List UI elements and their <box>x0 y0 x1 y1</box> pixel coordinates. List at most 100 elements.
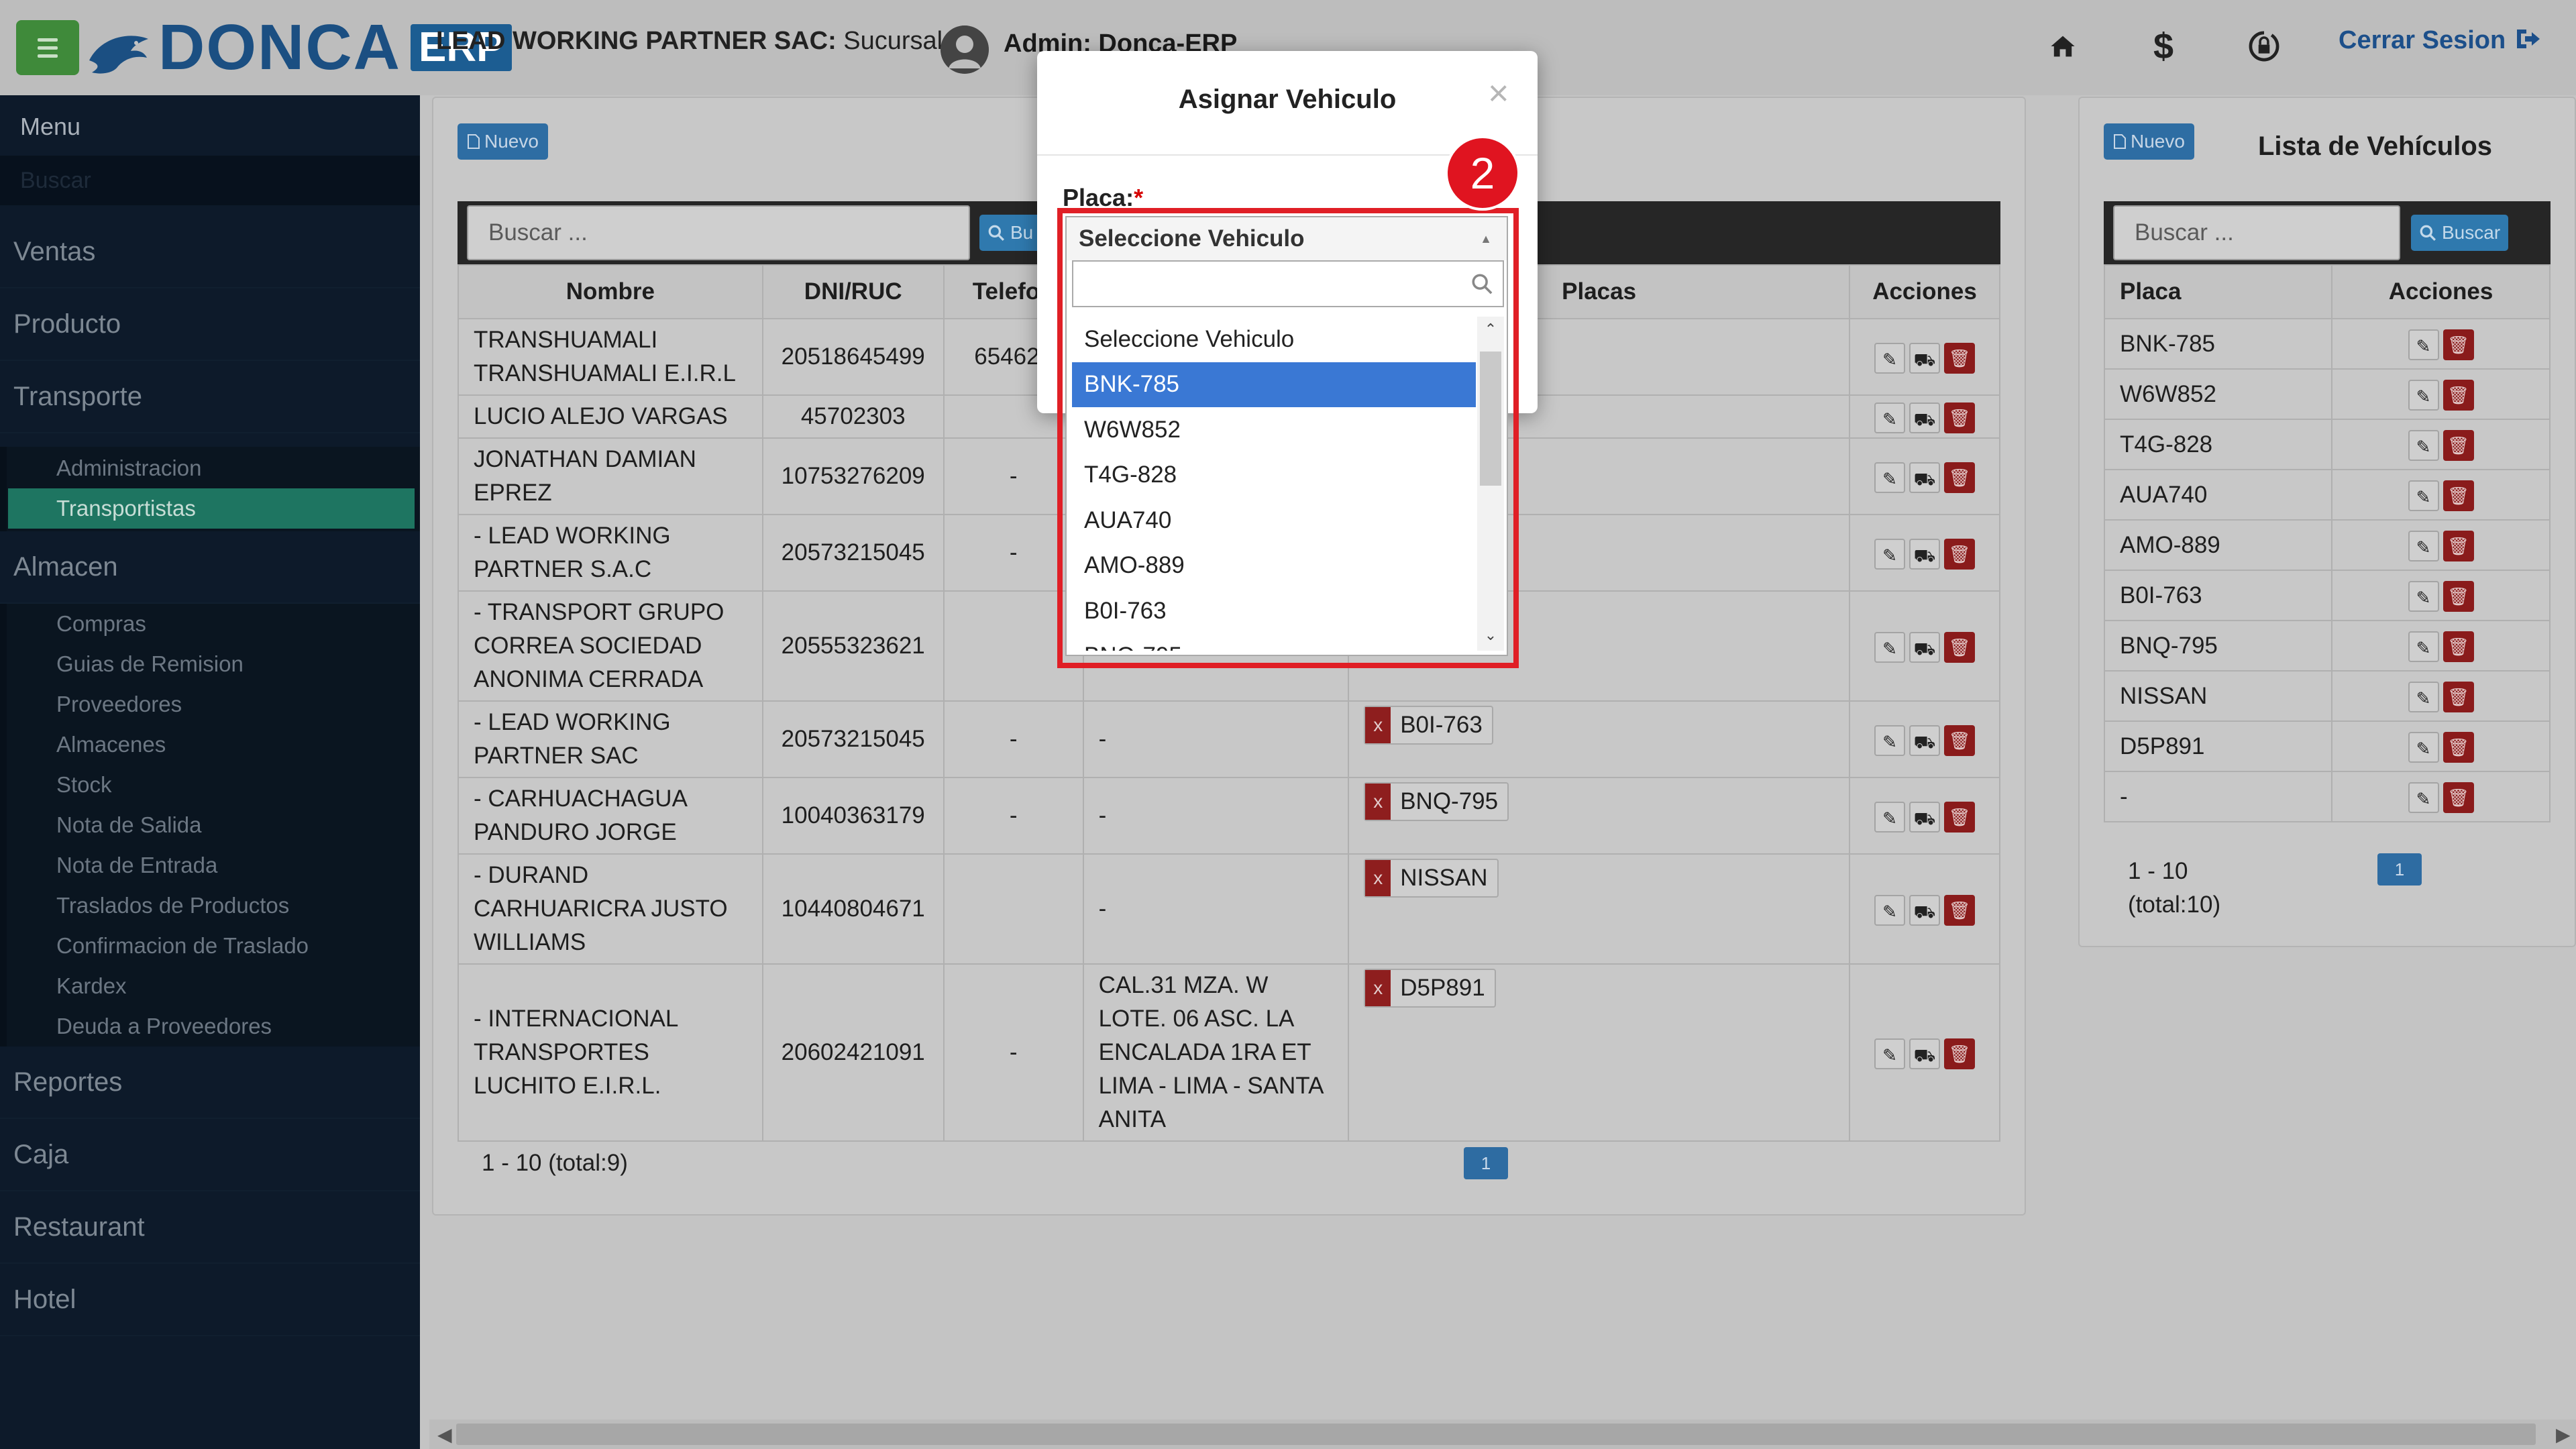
sidebar-item-confirmacion-traslado[interactable]: Confirmacion de Traslado <box>8 926 415 966</box>
trash-icon[interactable]: 🗑 <box>2443 732 2474 763</box>
car-icon[interactable]: ⛟ <box>1909 402 1940 433</box>
trash-icon[interactable]: 🗑 <box>2443 430 2474 462</box>
sidebar-item-nota-salida[interactable]: Nota de Salida <box>8 805 415 845</box>
car-icon[interactable]: ⛟ <box>1909 894 1940 926</box>
new-transportista-button[interactable]: Nuevo <box>458 123 548 160</box>
sidebar-item-compras[interactable]: Compras <box>8 604 415 644</box>
scrollbar-thumb[interactable] <box>456 1424 2536 1445</box>
cell-nombre: LUCIO ALEJO VARGAS <box>458 394 763 439</box>
table-row: - CARHUACHAGUA PANDURO JORGE 10040363179-… <box>458 777 2000 855</box>
car-icon[interactable]: ⛟ <box>1909 724 1940 756</box>
car-icon[interactable]: ⛟ <box>1909 1038 1940 1069</box>
car-icon[interactable]: ⛟ <box>1909 801 1940 833</box>
scroll-left-icon[interactable]: ◀ <box>437 1424 452 1446</box>
edit-icon[interactable]: ✎ <box>2408 480 2439 512</box>
sidebar-item-proveedores[interactable]: Proveedores <box>8 684 415 724</box>
trash-icon[interactable]: 🗑 <box>2443 581 2474 612</box>
page-button[interactable]: 1 <box>1464 1147 1508 1179</box>
column-header-placa[interactable]: Placa <box>2103 264 2333 319</box>
sidebar-item-hotel[interactable]: Hotel <box>0 1264 420 1336</box>
remove-plate-icon[interactable]: x <box>1365 970 1391 1006</box>
edit-icon[interactable]: ✎ <box>2408 581 2439 612</box>
edit-icon[interactable]: ✎ <box>2408 531 2439 562</box>
logout-button[interactable]: Cerrar Sesion <box>2339 25 2542 55</box>
menu-toggle-button[interactable] <box>16 20 79 75</box>
trash-icon[interactable]: 🗑 <box>1944 342 1975 374</box>
sidebar-item-traslados[interactable]: Traslados de Productos <box>8 885 415 926</box>
edit-icon[interactable]: ✎ <box>1874 342 1905 374</box>
edit-icon[interactable]: ✎ <box>1874 724 1905 756</box>
trash-icon[interactable]: 🗑 <box>2443 682 2474 713</box>
sidebar-item-transporte[interactable]: Transporte <box>0 361 420 433</box>
edit-icon[interactable]: ✎ <box>2408 732 2439 763</box>
car-icon[interactable]: ⛟ <box>1909 631 1940 663</box>
cell-placa: NISSAN <box>2103 670 2333 722</box>
trash-icon[interactable]: 🗑 <box>2443 782 2474 814</box>
sidebar-item-caja[interactable]: Caja <box>0 1119 420 1191</box>
edit-icon[interactable]: ✎ <box>1874 631 1905 663</box>
edit-icon[interactable]: ✎ <box>2408 782 2439 814</box>
dollar-icon[interactable]: $ <box>2140 23 2187 70</box>
avatar[interactable] <box>941 25 989 74</box>
vehicle-search-button[interactable]: Buscar <box>2411 215 2509 251</box>
home-icon[interactable] <box>2039 23 2086 70</box>
sidebar-item-ventas[interactable]: Ventas <box>0 216 420 288</box>
trash-icon[interactable]: 🗑 <box>1944 462 1975 493</box>
trash-icon[interactable]: 🗑 <box>1944 538 1975 570</box>
trash-icon[interactable]: 🗑 <box>1944 894 1975 926</box>
edit-icon[interactable]: ✎ <box>2408 631 2439 663</box>
edit-icon[interactable]: ✎ <box>2408 380 2439 411</box>
edit-icon[interactable]: ✎ <box>1874 894 1905 926</box>
trash-icon[interactable]: 🗑 <box>2443 329 2474 361</box>
car-icon[interactable]: ⛟ <box>1909 342 1940 374</box>
sidebar-item-almacen[interactable]: Almacen <box>0 531 420 604</box>
edit-icon[interactable]: ✎ <box>1874 801 1905 833</box>
sidebar-search-input[interactable]: Buscar <box>0 156 420 205</box>
trash-icon[interactable]: 🗑 <box>1944 724 1975 756</box>
trash-icon[interactable]: 🗑 <box>1944 1038 1975 1069</box>
horizontal-scrollbar[interactable]: ◀ ▶ <box>429 1419 2576 1449</box>
transportista-search-input[interactable]: Buscar ... <box>467 205 970 260</box>
scroll-right-icon[interactable]: ▶ <box>2556 1424 2571 1446</box>
search-button[interactable]: Bu <box>979 215 1042 251</box>
car-icon[interactable]: ⛟ <box>1909 538 1940 570</box>
sidebar-item-stock[interactable]: Stock <box>8 765 415 805</box>
sidebar-item-kardex[interactable]: Kardex <box>8 966 415 1006</box>
trash-icon[interactable]: 🗑 <box>1944 631 1975 663</box>
remove-plate-icon[interactable]: x <box>1365 707 1391 743</box>
trash-icon[interactable]: 🗑 <box>1944 402 1975 433</box>
close-icon[interactable]: × <box>1488 75 1509 111</box>
edit-icon[interactable]: ✎ <box>1874 402 1905 433</box>
trash-icon[interactable]: 🗑 <box>2443 380 2474 411</box>
plate-label: BNQ-795 <box>1400 788 1499 814</box>
sidebar-item-reportes[interactable]: Reportes <box>0 1046 420 1119</box>
edit-icon[interactable]: ✎ <box>2408 430 2439 462</box>
sidebar-item-producto[interactable]: Producto <box>0 288 420 361</box>
sidebar-item-restaurant[interactable]: Restaurant <box>0 1191 420 1264</box>
edit-icon[interactable]: ✎ <box>2408 682 2439 713</box>
edit-icon[interactable]: ✎ <box>1874 1038 1905 1069</box>
trash-icon[interactable]: 🗑 <box>2443 480 2474 512</box>
sidebar-item-administracion[interactable]: Administracion <box>8 448 415 488</box>
cell-acciones: ✎ 🗑 <box>2331 318 2551 370</box>
remove-plate-icon[interactable]: x <box>1365 784 1391 820</box>
column-header-dni[interactable]: DNI/RUC <box>761 264 945 319</box>
trash-icon[interactable]: 🗑 <box>2443 631 2474 663</box>
trash-icon[interactable]: 🗑 <box>2443 531 2474 562</box>
car-icon[interactable]: ⛟ <box>1909 462 1940 493</box>
sidebar-item-nota-entrada[interactable]: Nota de Entrada <box>8 845 415 885</box>
new-vehicle-button[interactable]: Nuevo <box>2104 123 2194 160</box>
edit-icon[interactable]: ✎ <box>2408 329 2439 361</box>
remove-plate-icon[interactable]: x <box>1365 860 1391 896</box>
edit-icon[interactable]: ✎ <box>1874 462 1905 493</box>
column-header-nombre[interactable]: Nombre <box>458 264 763 319</box>
sidebar-item-deuda-proveedores[interactable]: Deuda a Proveedores <box>8 1006 415 1046</box>
vehicle-search-input[interactable]: Buscar ... <box>2113 205 2400 260</box>
sidebar-item-transportistas[interactable]: Transportistas <box>8 488 415 529</box>
sidebar-item-almacenes[interactable]: Almacenes <box>8 724 415 765</box>
trash-icon[interactable]: 🗑 <box>1944 801 1975 833</box>
edit-icon[interactable]: ✎ <box>1874 538 1905 570</box>
lock-rotate-icon[interactable] <box>2241 23 2288 70</box>
sidebar-item-guias-remision[interactable]: Guias de Remision <box>8 644 415 684</box>
vehicle-page-button[interactable]: 1 <box>2377 853 2422 885</box>
